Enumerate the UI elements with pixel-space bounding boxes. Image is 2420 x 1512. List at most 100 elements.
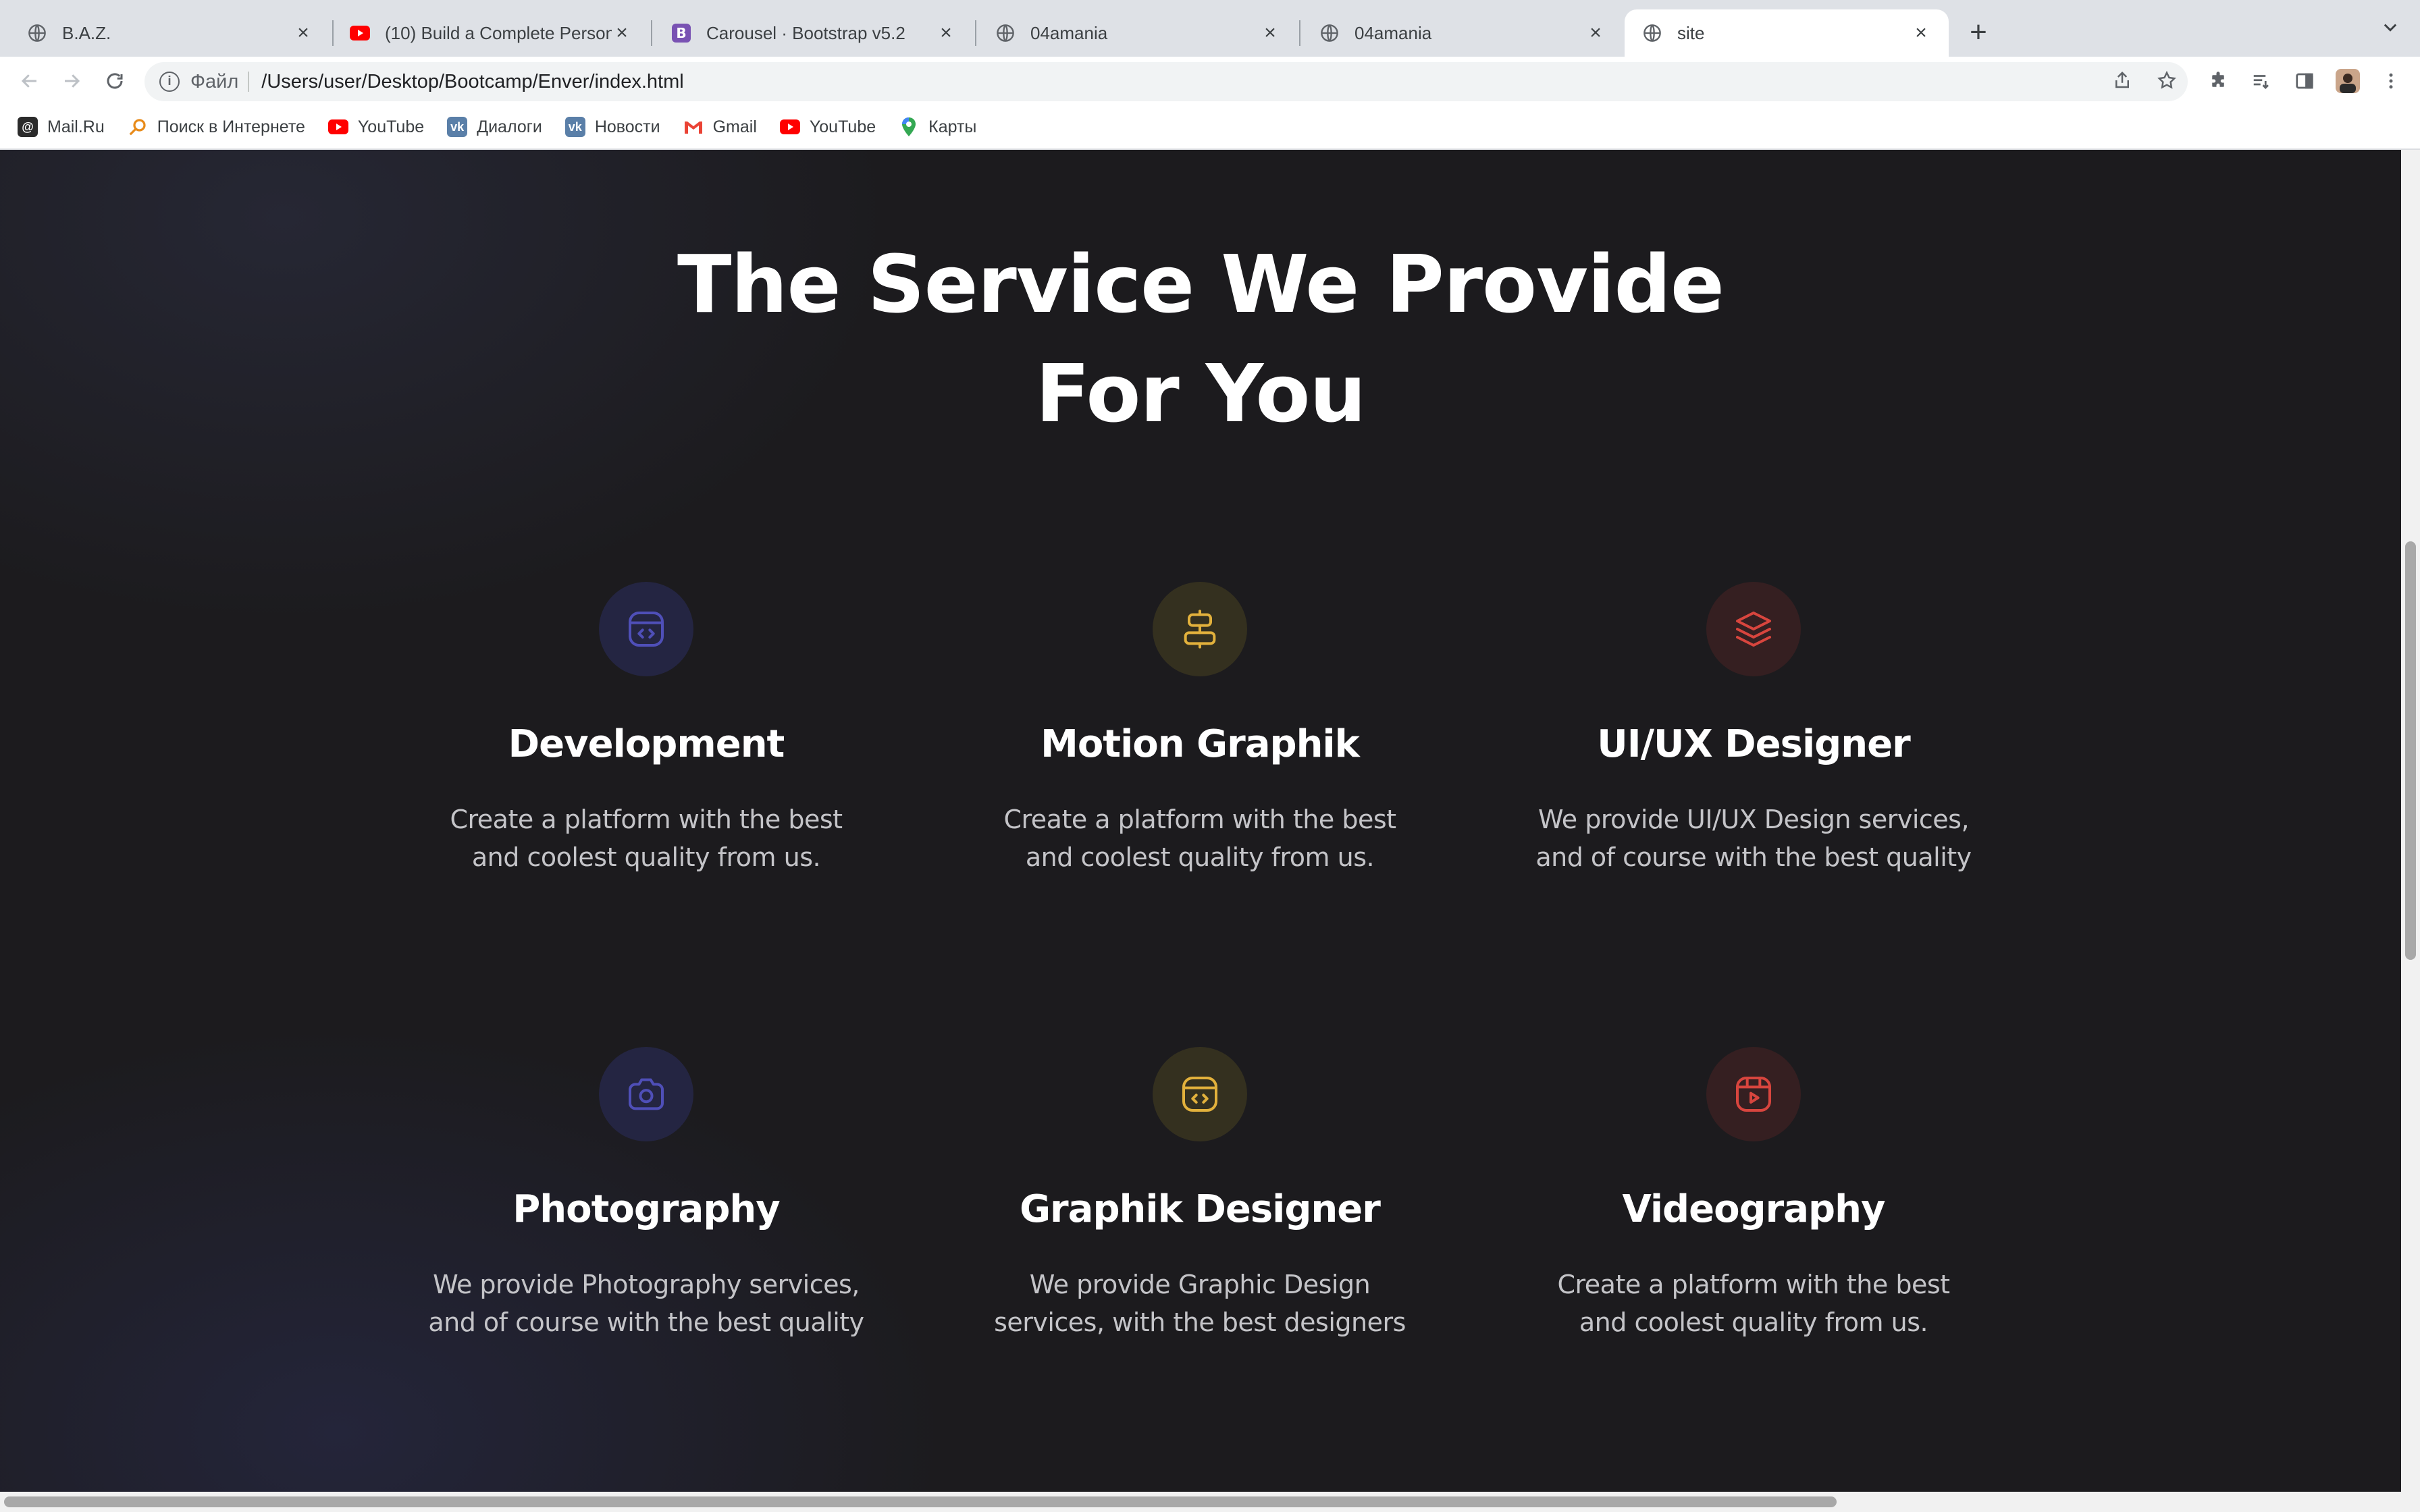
browser-toolbar: i Файл /Users/user/Desktop/Bootcamp/Enve…: [0, 57, 2420, 105]
vertical-scrollbar-thumb[interactable]: [2405, 541, 2416, 960]
youtube-icon: [350, 23, 370, 43]
code-window-icon: [599, 582, 693, 676]
close-icon[interactable]: ×: [1585, 22, 1606, 44]
tab-site[interactable]: site ×: [1625, 9, 1949, 57]
service-title: Motion Graphik: [1041, 722, 1360, 766]
maps-icon: [899, 117, 919, 137]
youtube-icon: [779, 117, 800, 137]
layers-icon: [1706, 582, 1801, 676]
globe-icon: [995, 23, 1016, 43]
service-title: Development: [508, 722, 785, 766]
tab-title: B.A.Z.: [62, 22, 111, 43]
share-icon[interactable]: [2112, 70, 2132, 96]
address-scheme: Файл: [190, 70, 239, 92]
back-icon[interactable]: [12, 63, 47, 99]
globe-icon: [27, 23, 47, 43]
align-center-icon: [1153, 582, 1247, 676]
search-icon: [128, 117, 148, 137]
svg-text:B: B: [676, 25, 686, 41]
camera-icon: [599, 1047, 693, 1141]
globe-icon: [1319, 23, 1340, 43]
bookmark-label: Карты: [928, 117, 977, 136]
address-divider: [248, 72, 250, 92]
star-icon[interactable]: [2157, 70, 2177, 96]
new-tab-button[interactable]: +: [1962, 16, 1995, 49]
bookmarks-bar: @ Mail.Ru Поиск в Интернете YouTube vk Д…: [0, 105, 2420, 150]
bookmark-youtube-2[interactable]: YouTube: [779, 117, 876, 137]
section-title-line2: For You: [1035, 347, 1367, 440]
extensions-icon[interactable]: [2203, 65, 2234, 97]
service-description: Create a platform with the best and coole…: [1003, 805, 1396, 872]
forward-icon[interactable]: [54, 63, 89, 99]
section-title: The Service We Provide For You: [0, 230, 2401, 448]
vk-icon: vk: [447, 117, 468, 137]
tab-bootstrap[interactable]: B Carousel · Bootstrap v5.2 ×: [652, 9, 974, 57]
tab-youtube-video[interactable]: (10) Build a Complete Personal ×: [334, 9, 650, 57]
horizontal-scrollbar[interactable]: [0, 1492, 2420, 1512]
service-card-development: Development Create a platform with the b…: [417, 582, 876, 876]
service-description: We provide Photography services, and of c…: [428, 1270, 864, 1337]
service-card-photography: Photography We provide Photography servi…: [417, 1047, 876, 1341]
bookmark-search[interactable]: Поиск в Интернете: [128, 117, 305, 137]
mailru-icon: @: [18, 117, 38, 137]
tab-strip: B.A.Z. × (10) Build a Complete Personal …: [0, 0, 2420, 57]
service-card-motion-graphik: Motion Graphik Create a platform with th…: [970, 582, 1429, 876]
tab-baz[interactable]: B.A.Z. ×: [0, 9, 331, 57]
close-icon[interactable]: ×: [293, 22, 313, 44]
service-title: UI/UX Designer: [1597, 722, 1910, 766]
code-window-icon: [1153, 1047, 1247, 1141]
service-card-videography: Videography Create a platform with the b…: [1524, 1047, 1983, 1341]
address-url[interactable]: /Users/user/Desktop/Bootcamp/Enver/index…: [261, 71, 683, 93]
horizontal-scrollbar-thumb[interactable]: [4, 1496, 1837, 1507]
bookmark-label: YouTube: [809, 117, 876, 136]
page-viewport: The Service We Provide For You Developme…: [0, 150, 2401, 1492]
tab-04amania-2[interactable]: 04amania ×: [1300, 9, 1623, 57]
service-title: Graphik Designer: [1020, 1187, 1381, 1231]
bookmark-maps[interactable]: Карты: [899, 117, 976, 137]
service-title: Photography: [512, 1187, 781, 1231]
address-bar[interactable]: i Файл /Users/user/Desktop/Bootcamp/Enve…: [144, 62, 2188, 101]
bookmark-mailru[interactable]: @ Mail.Ru: [18, 117, 105, 137]
tab-title: 04amania: [1354, 22, 1432, 43]
reload-icon[interactable]: [97, 63, 132, 99]
bookmark-label: Диалоги: [477, 117, 542, 136]
service-title: Videography: [1622, 1187, 1885, 1231]
info-icon[interactable]: i: [159, 72, 180, 92]
bookmark-label: Новости: [594, 117, 660, 136]
chevron-down-icon[interactable]: [2381, 18, 2400, 42]
vk-icon: vk: [564, 117, 585, 137]
tab-title: (10) Build a Complete Personal: [385, 22, 612, 43]
service-description: Create a platform with the best and coole…: [1557, 1270, 1950, 1337]
reading-list-icon[interactable]: [2246, 65, 2277, 97]
section-title-line1: The Service We Provide: [677, 238, 1725, 331]
close-icon[interactable]: ×: [936, 22, 956, 44]
bookmark-gmail[interactable]: Gmail: [683, 117, 757, 137]
youtube-icon: [327, 117, 348, 137]
side-panel-icon[interactable]: [2289, 65, 2320, 97]
bookmark-dialogs[interactable]: vk Диалоги: [447, 117, 542, 137]
service-description: We provide Graphic Design services, with …: [994, 1270, 1406, 1337]
service-card-uiux-designer: UI/UX Designer We provide UI/UX Design s…: [1524, 582, 1983, 876]
service-card-graphik-designer: Graphik Designer We provide Graphic Desi…: [970, 1047, 1429, 1341]
service-description: Create a platform with the best and coole…: [450, 805, 843, 872]
bookmark-youtube[interactable]: YouTube: [327, 117, 425, 137]
gmail-icon: [683, 117, 704, 137]
tab-title: site: [1677, 22, 1705, 43]
tab-title: 04amania: [1030, 22, 1108, 43]
close-icon[interactable]: ×: [1911, 22, 1931, 44]
bootstrap-icon: B: [671, 23, 691, 43]
bookmark-news[interactable]: vk Новости: [564, 117, 660, 137]
more-menu-icon[interactable]: [2375, 65, 2406, 97]
globe-icon: [1642, 23, 1662, 43]
close-icon[interactable]: ×: [612, 22, 632, 44]
bookmark-label: YouTube: [357, 117, 425, 136]
bookmark-label: Поиск в Интернете: [157, 117, 305, 136]
tab-04amania-1[interactable]: 04amania ×: [976, 9, 1298, 57]
bookmark-label: Gmail: [712, 117, 757, 136]
profile-avatar-icon[interactable]: [2332, 65, 2363, 97]
vertical-scrollbar[interactable]: [2401, 150, 2420, 1492]
service-description: We provide UI/UX Design services, and of …: [1535, 805, 1972, 872]
bookmark-label: Mail.Ru: [47, 117, 105, 136]
video-play-icon: [1706, 1047, 1801, 1141]
close-icon[interactable]: ×: [1260, 22, 1280, 44]
